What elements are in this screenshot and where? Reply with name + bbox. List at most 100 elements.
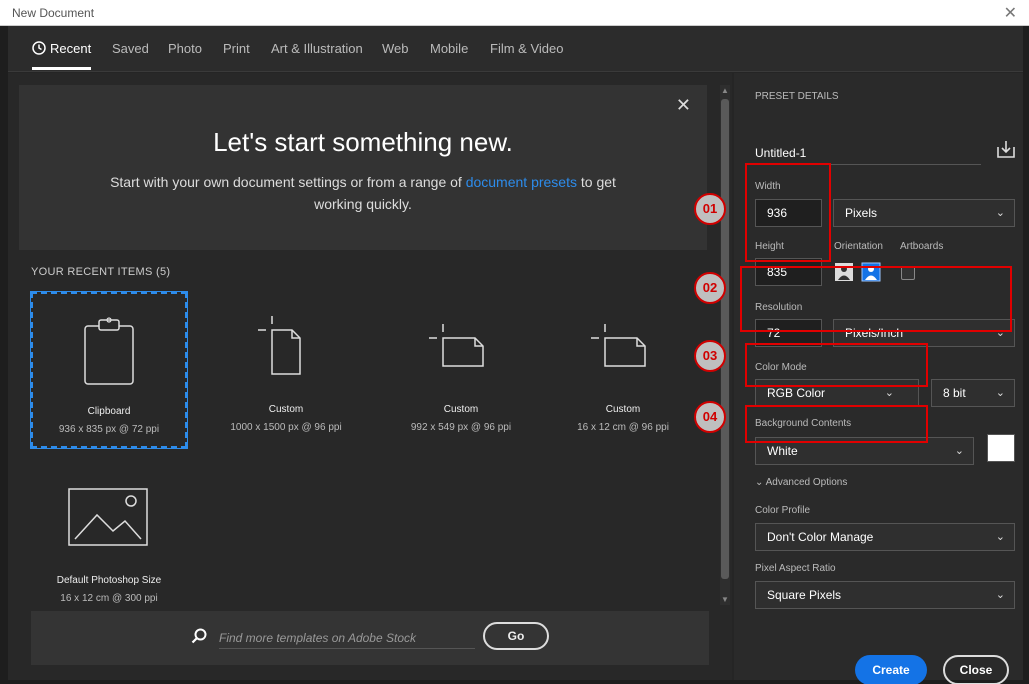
annotation-badge-01: 01 [694, 193, 726, 225]
scroll-up-icon[interactable]: ▲ [721, 86, 729, 95]
tab-web[interactable]: Web [382, 41, 409, 56]
stock-search-bar: Go [31, 611, 709, 665]
annotation-badge-04: 04 [694, 401, 726, 433]
advanced-options-toggle[interactable]: ⌄ Advanced Options [755, 477, 847, 488]
artboards-checkbox[interactable] [901, 266, 915, 280]
tab-mobile[interactable]: Mobile [430, 41, 468, 56]
chevron-down-icon: ⌄ [995, 531, 1005, 543]
height-label: Height [755, 241, 784, 252]
close-button[interactable]: Close [943, 655, 1009, 684]
preset-tabs: Recent Saved Photo Print Art & Illustrat… [8, 26, 1023, 72]
chevron-down-icon: ⌄ [755, 477, 764, 488]
recent-count: (5) [156, 266, 171, 278]
clock-icon [32, 41, 46, 55]
recent-heading-text: YOUR RECENT ITEMS [31, 266, 153, 278]
width-unit-select[interactable]: Pixels ⌄ [833, 199, 1015, 227]
recent-items-heading: YOUR RECENT ITEMS (5) [31, 266, 170, 278]
recent-panel: ✕ Let's start something new. Start with … [8, 73, 732, 680]
item-name: Custom [605, 404, 641, 415]
annotation-badge-02: 02 [694, 272, 726, 304]
color-profile-label: Color Profile [755, 505, 811, 516]
item-desc: 16 x 12 cm @ 96 ppi [577, 422, 669, 433]
resolution-label: Resolution [755, 302, 803, 313]
annotation-badge-03: 03 [694, 340, 726, 372]
chevron-down-icon: ⌄ [995, 589, 1005, 601]
go-button[interactable]: Go [483, 622, 549, 650]
artboards-label: Artboards [900, 241, 944, 252]
banner-title: Let's start something new. [213, 127, 513, 157]
clipboard-icon [33, 316, 185, 388]
color-profile-value: Don't Color Manage [767, 530, 874, 544]
chevron-down-icon: ⌄ [884, 387, 894, 399]
item-name: Custom [443, 404, 479, 415]
item-desc: 936 x 835 px @ 72 ppi [58, 424, 160, 435]
bit-depth-value: 8 bit [943, 386, 966, 400]
recent-item-clipboard[interactable]: Clipboard 936 x 835 px @ 72 ppi [30, 291, 188, 449]
bit-depth-select[interactable]: 8 bit ⌄ [931, 379, 1015, 407]
tab-recent-label: Recent [50, 41, 92, 56]
pixel-aspect-ratio-select[interactable]: Square Pixels ⌄ [755, 581, 1015, 609]
welcome-banner: ✕ Let's start something new. Start with … [19, 85, 707, 250]
tab-photo[interactable]: Photo [168, 41, 202, 56]
background-color-swatch[interactable] [987, 434, 1015, 462]
width-label: Width [755, 181, 781, 192]
tab-print[interactable]: Print [223, 41, 250, 56]
window-title: New Document [12, 6, 95, 20]
color-profile-select[interactable]: Don't Color Manage ⌄ [755, 523, 1015, 551]
landscape-document-icon [545, 314, 701, 386]
color-mode-label: Color Mode [755, 362, 807, 373]
background-contents-select[interactable]: White ⌄ [755, 437, 974, 465]
background-contents-value: White [767, 444, 798, 458]
background-contents-label: Background Contents [755, 418, 852, 429]
recent-item-default-photoshop-size[interactable]: Default Photoshop Size 16 x 12 cm @ 300 … [31, 463, 187, 619]
window-close-icon[interactable]: ✕ [1004, 3, 1017, 23]
banner-subtitle-text: Start with your own document settings or… [110, 174, 466, 190]
document-presets-link[interactable]: document presets [466, 174, 577, 190]
item-name: Custom [268, 404, 304, 415]
chevron-down-icon: ⌄ [995, 387, 1005, 399]
chevron-down-icon: ⌄ [954, 445, 964, 457]
banner-close-icon[interactable]: ✕ [676, 95, 691, 116]
create-button[interactable]: Create [855, 655, 927, 684]
scroll-down-icon[interactable]: ▼ [721, 595, 729, 604]
scrollbar-thumb[interactable] [721, 99, 729, 579]
advanced-options-label: Advanced Options [765, 477, 848, 488]
pixel-aspect-ratio-label: Pixel Aspect Ratio [755, 563, 836, 574]
height-field[interactable]: 835 [755, 258, 822, 286]
preset-details-heading: PRESET DETAILS [755, 91, 839, 102]
item-name: Default Photoshop Size [56, 575, 162, 586]
tab-saved[interactable]: Saved [112, 41, 149, 56]
save-preset-icon[interactable] [996, 139, 1016, 159]
landscape-orientation-icon[interactable] [861, 262, 881, 282]
width-unit-value: Pixels [845, 206, 878, 220]
portrait-document-icon [208, 314, 364, 386]
banner-subtitle: Start with your own document settings or… [99, 171, 627, 215]
search-icon [191, 628, 207, 644]
resolution-field[interactable]: 72 [755, 319, 822, 347]
landscape-document-icon [383, 314, 539, 386]
chevron-down-icon: ⌄ [995, 207, 1005, 219]
item-name: Clipboard [87, 406, 131, 417]
tab-film-video[interactable]: Film & Video [490, 41, 563, 56]
resolution-unit-select[interactable]: Pixels/Inch ⌄ [833, 319, 1015, 347]
orientation-label: Orientation [834, 241, 883, 252]
tab-recent[interactable]: Recent [32, 41, 92, 70]
color-mode-value: RGB Color [767, 386, 826, 400]
portrait-orientation-icon[interactable] [834, 262, 854, 282]
document-name-field[interactable]: Untitled-1 [755, 141, 981, 165]
tab-art-illustration[interactable]: Art & Illustration [271, 41, 363, 56]
stock-search-input[interactable] [219, 627, 475, 649]
window-titlebar: New Document ✕ [0, 0, 1029, 26]
color-mode-select[interactable]: RGB Color ⌄ [755, 379, 919, 407]
item-desc: 1000 x 1500 px @ 96 ppi [230, 422, 342, 433]
resolution-unit-value: Pixels/Inch [845, 326, 904, 340]
item-desc: 992 x 549 px @ 96 ppi [410, 422, 512, 433]
pixel-aspect-ratio-value: Square Pixels [767, 588, 842, 602]
width-field[interactable]: 936 [755, 199, 822, 227]
recent-item-custom-landscape[interactable]: Custom 992 x 549 px @ 96 ppi [383, 292, 539, 448]
chevron-down-icon: ⌄ [995, 327, 1005, 339]
preset-details-panel: PRESET DETAILS Untitled-1 Width 936 Pixe… [734, 73, 1023, 684]
new-document-dialog: Recent Saved Photo Print Art & Illustrat… [8, 26, 1023, 684]
recent-item-custom-landscape-cm[interactable]: Custom 16 x 12 cm @ 96 ppi [545, 292, 701, 448]
recent-item-custom-portrait[interactable]: Custom 1000 x 1500 px @ 96 ppi [208, 292, 364, 448]
